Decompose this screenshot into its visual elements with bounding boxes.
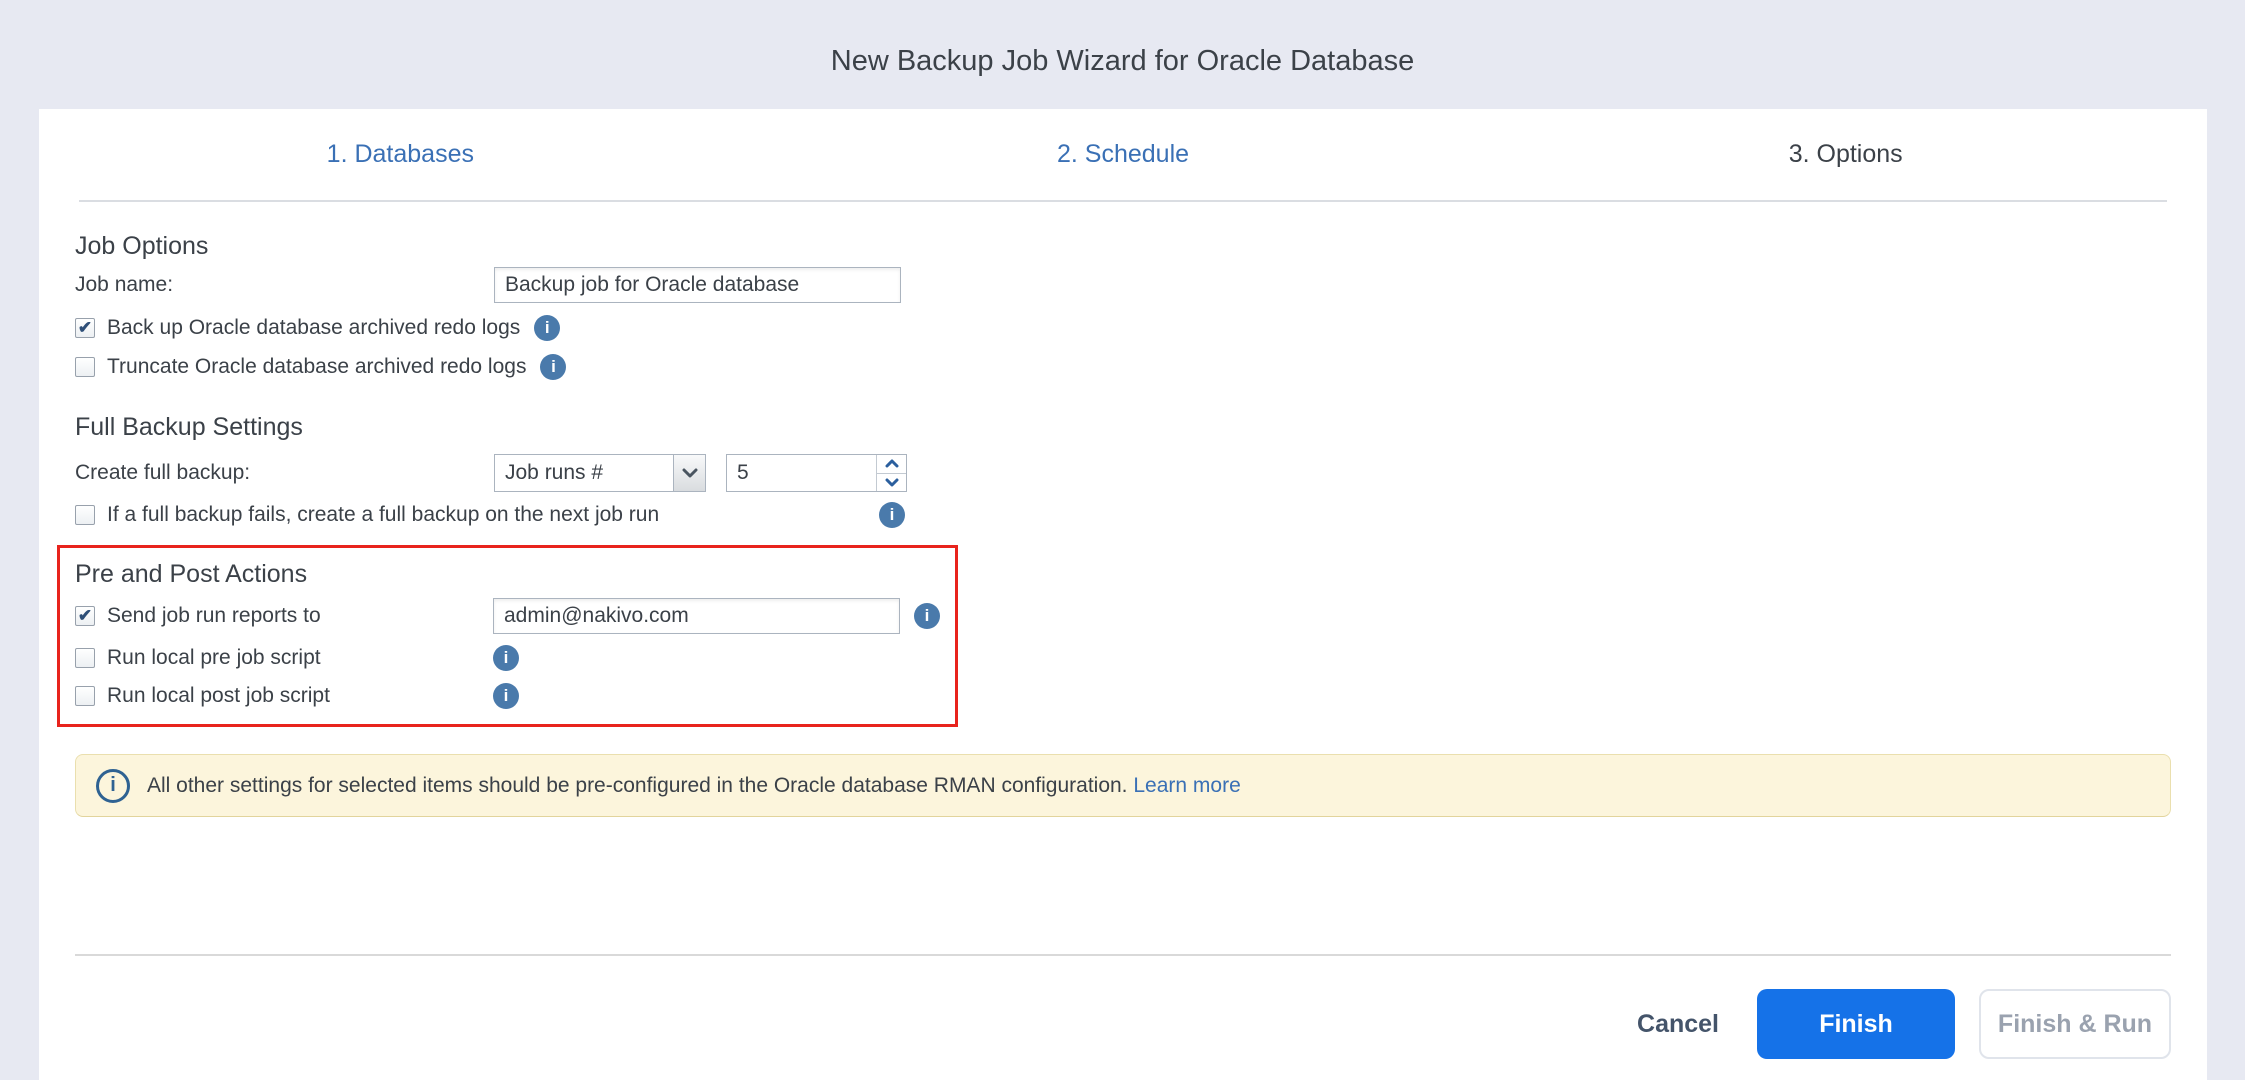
info-icon[interactable]: i bbox=[914, 603, 940, 629]
post-script-row: Run local post job script i bbox=[75, 682, 955, 710]
spinner-down-icon[interactable] bbox=[877, 472, 906, 492]
send-reports-row: Send job run reports to i bbox=[75, 598, 955, 634]
rman-info-banner: i All other settings for selected items … bbox=[75, 754, 2171, 817]
job-name-label: Job name: bbox=[75, 273, 174, 296]
job-name-row: Job name: bbox=[75, 267, 2171, 303]
banner-text: All other settings for selected items sh… bbox=[147, 774, 1241, 798]
wizard-title: New Backup Job Wizard for Oracle Databas… bbox=[830, 45, 1415, 77]
wizard-card: 1. Databases 2. Schedule 3. Options Job … bbox=[39, 109, 2207, 1080]
step-tab-databases[interactable]: 1. Databases bbox=[39, 140, 762, 169]
full-backup-count-value: 5 bbox=[737, 461, 749, 484]
info-circle-icon: i bbox=[96, 768, 130, 803]
create-full-backup-label: Create full backup: bbox=[75, 461, 251, 484]
footer-divider bbox=[75, 954, 2171, 956]
backup-redo-logs-label: Back up Oracle database archived redo lo… bbox=[107, 316, 521, 339]
options-step-content: Job Options Job name: Back up Oracle dat… bbox=[39, 202, 2207, 1080]
full-backup-mode-select[interactable]: Job runs # bbox=[494, 454, 706, 492]
pre-script-checkbox[interactable] bbox=[75, 648, 95, 668]
pre-post-actions-highlight-box: Pre and Post Actions Send job run report… bbox=[57, 545, 958, 727]
send-reports-label: Send job run reports to bbox=[107, 604, 321, 627]
full-backup-count-spinner[interactable]: 5 bbox=[726, 454, 907, 492]
cancel-button[interactable]: Cancel bbox=[1637, 1010, 1719, 1039]
info-icon[interactable]: i bbox=[493, 683, 519, 709]
pre-script-row: Run local pre job script i bbox=[75, 644, 955, 672]
post-script-checkbox[interactable] bbox=[75, 686, 95, 706]
job-options-heading: Job Options bbox=[75, 232, 209, 260]
finish-and-run-button[interactable]: Finish & Run bbox=[1979, 989, 2171, 1059]
backup-redo-logs-row: Back up Oracle database archived redo lo… bbox=[75, 314, 2171, 342]
wizard-steps: 1. Databases 2. Schedule 3. Options bbox=[39, 109, 2207, 200]
finish-button[interactable]: Finish bbox=[1757, 989, 1955, 1059]
job-name-input[interactable] bbox=[494, 267, 901, 303]
learn-more-link[interactable]: Learn more bbox=[1133, 774, 1240, 797]
send-reports-checkbox[interactable] bbox=[75, 606, 95, 626]
full-backup-heading: Full Backup Settings bbox=[75, 413, 303, 441]
chevron-down-icon[interactable] bbox=[673, 455, 705, 491]
truncate-redo-logs-label: Truncate Oracle database archived redo l… bbox=[107, 355, 527, 378]
post-script-label: Run local post job script bbox=[107, 684, 330, 707]
info-icon[interactable]: i bbox=[534, 315, 561, 341]
truncate-redo-logs-checkbox[interactable] bbox=[75, 357, 95, 377]
full-backup-fail-checkbox[interactable] bbox=[75, 505, 95, 525]
full-backup-mode-value: Job runs # bbox=[505, 461, 604, 484]
pre-script-label: Run local pre job script bbox=[107, 646, 321, 669]
footer-actions: Cancel Finish Finish & Run bbox=[75, 989, 2171, 1059]
step-tab-options: 3. Options bbox=[1788, 140, 1903, 168]
create-full-backup-row: Create full backup: Job runs # 5 bbox=[75, 454, 2171, 492]
send-reports-email-input[interactable] bbox=[493, 598, 900, 634]
banner-message: All other settings for selected items sh… bbox=[147, 773, 1128, 797]
step-tab-schedule[interactable]: 2. Schedule bbox=[762, 140, 1485, 169]
full-backup-fail-row: If a full backup fails, create a full ba… bbox=[75, 501, 2171, 529]
info-icon[interactable]: i bbox=[540, 354, 567, 380]
full-backup-fail-label: If a full backup fails, create a full ba… bbox=[107, 503, 660, 526]
pre-post-actions-heading: Pre and Post Actions bbox=[75, 560, 308, 588]
info-icon[interactable]: i bbox=[879, 502, 905, 528]
spinner-buttons bbox=[876, 455, 906, 491]
info-icon[interactable]: i bbox=[493, 645, 519, 671]
truncate-redo-logs-row: Truncate Oracle database archived redo l… bbox=[75, 353, 2171, 381]
spinner-up-icon[interactable] bbox=[877, 455, 906, 473]
backup-redo-logs-checkbox[interactable] bbox=[75, 318, 95, 338]
